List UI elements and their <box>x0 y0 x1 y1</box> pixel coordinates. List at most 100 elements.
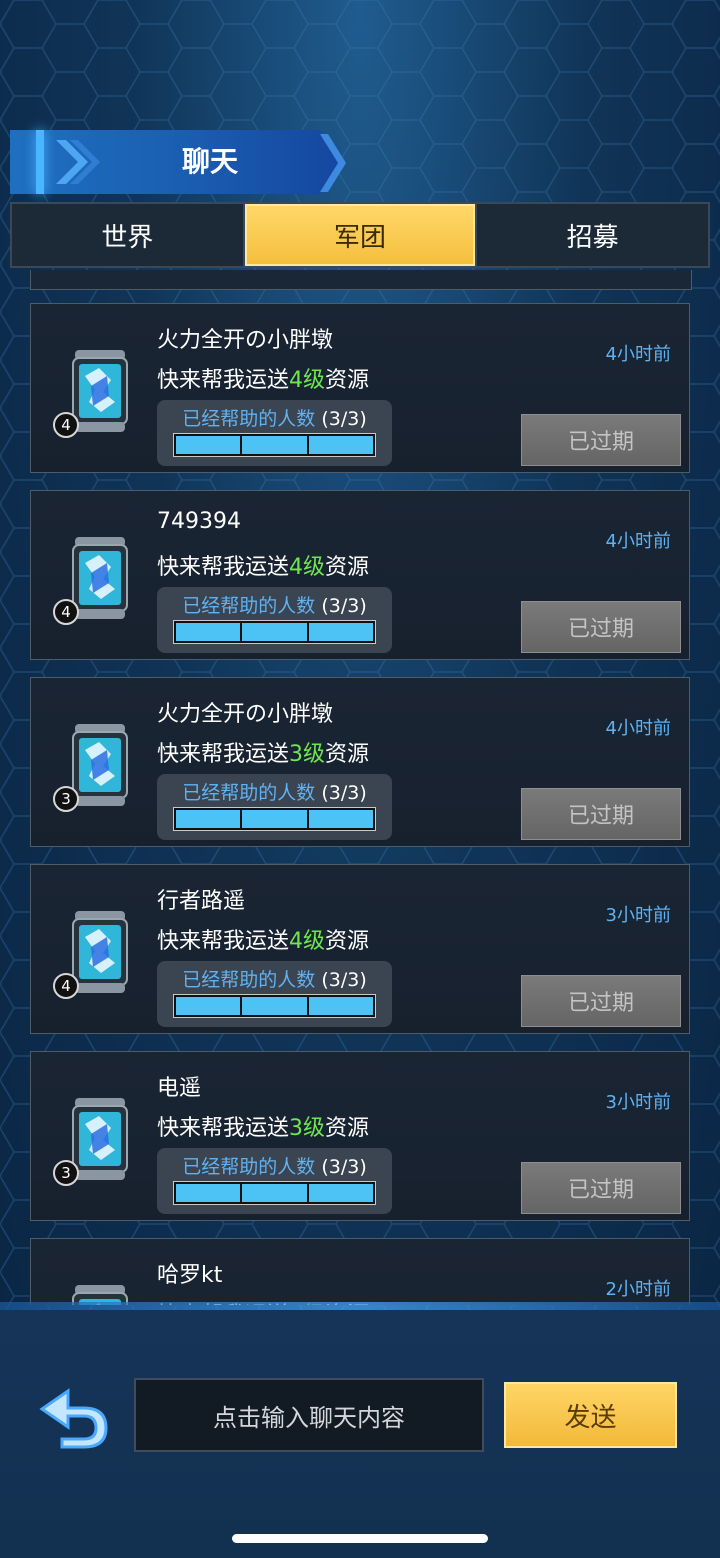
message-prefix: 快来帮我运送 <box>157 555 290 580</box>
expired-button[interactable]: 已过期 <box>521 1162 681 1214</box>
message-suffix: 资源 <box>325 742 370 767</box>
progress-segment <box>176 997 241 1015</box>
list-item-partial <box>30 270 692 290</box>
chat-list[interactable]: 4 火力全开の小胖墩 快来帮我运送4级资源 4小时前 已经帮助的人数 (3/3)… <box>0 270 720 1305</box>
progress-bar <box>173 620 376 644</box>
progress-segment <box>176 1184 241 1202</box>
help-progress: 已经帮助的人数 (3/3) <box>157 400 392 466</box>
progress-segment <box>308 436 373 454</box>
message-text: 快来帮我运送4级资源 <box>157 362 369 394</box>
progress-segment <box>308 623 373 641</box>
progress-text: 已经帮助的人数 <box>182 1156 316 1178</box>
expired-button[interactable]: 已过期 <box>521 414 681 466</box>
resource-canister-icon <box>72 911 128 993</box>
chat-input[interactable]: 点击输入聊天内容 <box>134 1378 484 1452</box>
message-suffix: 资源 <box>325 929 370 954</box>
progress-count: (3/3) <box>321 969 367 991</box>
timestamp: 2小时前 <box>605 1279 671 1300</box>
back-arrow-icon[interactable] <box>38 1385 112 1449</box>
chat-message-card: 3 火力全开の小胖墩 快来帮我运送3级资源 4小时前 已经帮助的人数 (3/3)… <box>30 677 690 847</box>
chat-message-card: 4 行者路遥 快来帮我运送4级资源 3小时前 已经帮助的人数 (3/3) 已过期 <box>30 864 690 1034</box>
home-indicator[interactable] <box>232 1534 488 1543</box>
progress-segment <box>242 623 307 641</box>
tab-legion[interactable]: 军团 <box>244 204 476 266</box>
progress-segment <box>176 436 241 454</box>
help-progress: 已经帮助的人数 (3/3) <box>157 774 392 840</box>
chat-message-card: 3 电遥 快来帮我运送3级资源 3小时前 已经帮助的人数 (3/3) 已过期 <box>30 1051 690 1221</box>
expired-button[interactable]: 已过期 <box>521 788 681 840</box>
resource-level: 4级 <box>289 555 326 580</box>
progress-segment <box>242 997 307 1015</box>
message-prefix: 快来帮我运送 <box>157 1116 290 1141</box>
tab-label: 军团 <box>334 222 387 253</box>
resource-level: 3级 <box>289 1116 326 1141</box>
level-badge: 4 <box>53 412 79 438</box>
timestamp: 3小时前 <box>605 905 671 926</box>
resource-canister-icon <box>72 724 128 806</box>
tab-world[interactable]: 世界 <box>12 204 243 266</box>
tab-label: 世界 <box>101 222 154 253</box>
progress-segment <box>242 436 307 454</box>
help-progress: 已经帮助的人数 (3/3) <box>157 587 392 653</box>
progress-bar <box>173 994 376 1018</box>
progress-text: 已经帮助的人数 <box>182 595 316 617</box>
level-badge: 3 <box>53 1160 79 1186</box>
tab-recruit[interactable]: 招募 <box>477 204 708 266</box>
message-prefix: 快来帮我运送 <box>157 742 290 767</box>
sender-name: 电遥 <box>157 1076 202 1101</box>
message-prefix: 快来帮我运送 <box>157 929 290 954</box>
title-arrow-icon <box>320 134 346 192</box>
progress-text: 已经帮助的人数 <box>182 782 316 804</box>
progress-label: 已经帮助的人数 (3/3) <box>157 591 392 618</box>
progress-count: (3/3) <box>321 1156 367 1178</box>
progress-segment <box>242 1184 307 1202</box>
sender-name: 行者路遥 <box>157 889 246 914</box>
progress-text: 已经帮助的人数 <box>182 408 316 430</box>
progress-bar <box>173 1181 376 1205</box>
tab-bar: 世界 军团 招募 <box>10 202 710 268</box>
chevron-right-icon <box>56 140 100 184</box>
timestamp: 4小时前 <box>605 344 671 365</box>
message-text: 快来帮我运送3级资源 <box>157 1110 369 1142</box>
divider-glow <box>0 1302 720 1310</box>
sender-name: 火力全开の小胖墩 <box>157 328 334 353</box>
message-text: 快来帮我运送3级资源 <box>157 736 369 768</box>
level-badge: 4 <box>53 599 79 625</box>
progress-segment <box>308 810 373 828</box>
resource-level: 4级 <box>289 368 326 393</box>
page-title: 聊天 <box>181 145 238 178</box>
progress-segment <box>308 1184 373 1202</box>
message-text: 快来帮我运送4级资源 <box>157 549 369 581</box>
progress-count: (3/3) <box>321 782 367 804</box>
resource-canister-icon <box>72 537 128 619</box>
tab-label: 招募 <box>566 222 619 253</box>
sender-name: 749394 <box>157 509 241 534</box>
resource-level: 4级 <box>289 929 326 954</box>
progress-segment <box>242 810 307 828</box>
chat-message-card: 哈罗kt 快来帮我运送3级资源 2小时前 <box>30 1238 690 1305</box>
sender-name: 哈罗kt <box>157 1263 223 1288</box>
message-suffix: 资源 <box>325 1116 370 1141</box>
help-progress: 已经帮助的人数 (3/3) <box>157 961 392 1027</box>
progress-segment <box>176 810 241 828</box>
level-badge: 3 <box>53 786 79 812</box>
title-accent <box>36 130 44 194</box>
progress-label: 已经帮助的人数 (3/3) <box>157 1152 392 1179</box>
timestamp: 4小时前 <box>605 531 671 552</box>
progress-segment <box>176 623 241 641</box>
progress-count: (3/3) <box>321 595 367 617</box>
sender-name: 火力全开の小胖墩 <box>157 702 334 727</box>
message-text: 快来帮我运送4级资源 <box>157 923 369 955</box>
expired-button[interactable]: 已过期 <box>521 601 681 653</box>
message-suffix: 资源 <box>325 368 370 393</box>
expired-button[interactable]: 已过期 <box>521 975 681 1027</box>
level-badge: 4 <box>53 973 79 999</box>
send-button[interactable]: 发送 <box>504 1382 677 1448</box>
message-prefix: 快来帮我运送 <box>157 368 290 393</box>
resource-canister-icon <box>72 1098 128 1180</box>
resource-level: 3级 <box>289 742 326 767</box>
progress-bar <box>173 807 376 831</box>
progress-count: (3/3) <box>321 408 367 430</box>
progress-label: 已经帮助的人数 (3/3) <box>157 778 392 805</box>
help-progress: 已经帮助的人数 (3/3) <box>157 1148 392 1214</box>
